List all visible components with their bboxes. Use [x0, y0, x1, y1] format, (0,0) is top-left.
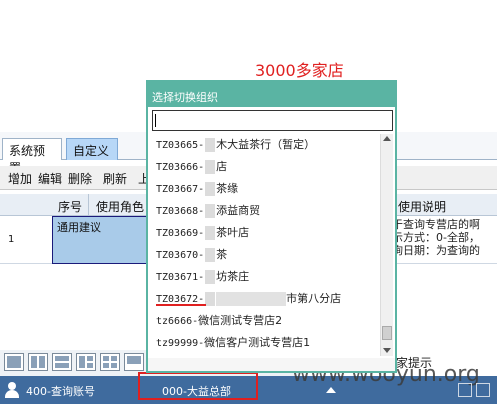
list-item[interactable]: TZ03665- 木大益茶行（暂定） — [156, 136, 378, 156]
tab-custom[interactable]: 自定义 — [66, 138, 118, 160]
edit-button[interactable]: 编辑 — [38, 170, 62, 187]
list-item[interactable]: TZ03671- 坊茶庄 — [156, 268, 378, 288]
list-item[interactable]: tz6666-微信测试专营店2 — [156, 312, 378, 332]
header-index[interactable]: 序号 — [58, 198, 82, 215]
annotation-store-count: 3000多家店 — [255, 61, 344, 80]
list-item[interactable]: TZ03670- 茶 — [156, 246, 378, 266]
layout-three-pane-icon[interactable] — [76, 353, 96, 371]
text-caret — [155, 114, 156, 127]
org-list: TZ03665- 木大益茶行（暂定） TZ03666- 店 TZ03667- 茶缘 T… — [152, 134, 378, 356]
list-item[interactable]: TZ03672- 市第八分店 — [156, 290, 378, 310]
tray-icon[interactable] — [458, 383, 472, 397]
scroll-down-icon[interactable] — [383, 348, 391, 353]
row-number: 1 — [8, 234, 15, 245]
highlight-underline — [156, 304, 206, 306]
description-line: 示方式：0-全部， — [392, 231, 480, 244]
refresh-button[interactable]: 刷新 — [103, 170, 127, 187]
dialog-title: 选择切换组织 — [148, 82, 395, 107]
list-scrollbar[interactable] — [380, 134, 393, 356]
header-description[interactable]: 使用说明 — [398, 198, 446, 215]
list-item[interactable]: tz99999-微信客户测试专营店1 — [156, 334, 378, 354]
layout-split-vertical-icon[interactable] — [28, 353, 48, 371]
header-role[interactable]: 使用角色 — [96, 198, 144, 215]
header-divider — [88, 194, 89, 216]
caret-up-icon[interactable] — [326, 387, 336, 393]
scroll-up-icon[interactable] — [383, 136, 391, 141]
org-search-input[interactable] — [152, 110, 393, 131]
layout-wide-icon[interactable] — [124, 353, 144, 371]
layout-single-icon[interactable] — [4, 353, 24, 371]
list-item[interactable]: TZ03668- 添益商贸 — [156, 202, 378, 222]
list-item[interactable]: TZ03666- 店 — [156, 158, 378, 178]
scroll-thumb[interactable] — [382, 326, 392, 340]
tab-system-preset[interactable]: 系统预置 — [2, 138, 62, 175]
cell-purpose: 通用建议 — [57, 221, 101, 234]
tray-icon[interactable] — [476, 383, 490, 397]
dialog-footer — [148, 358, 395, 371]
layout-split-horizontal-icon[interactable] — [52, 353, 72, 371]
description-line: 于查询专营店的啊 — [392, 218, 480, 231]
org-switch-dialog: 选择切换组织 TZ03665- 木大益茶行（暂定） TZ03666- 店 TZ036… — [146, 80, 397, 373]
status-organization[interactable]: 000-大益总部 — [138, 372, 258, 400]
user-icon — [5, 382, 19, 398]
layout-grid-icon[interactable] — [100, 353, 120, 371]
list-item[interactable]: TZ03667- 茶缘 — [156, 180, 378, 200]
selected-cell[interactable]: 通用建议 — [52, 216, 150, 264]
add-button[interactable]: 增加 — [8, 170, 32, 187]
cell-description: 于查询专营店的啊 示方式：0-全部， 询日期：为查询的 — [392, 218, 497, 264]
list-item[interactable]: TZ03669- 茶叶店 — [156, 224, 378, 244]
description-line: 询日期：为查询的 — [392, 244, 480, 257]
status-icons — [452, 380, 497, 400]
delete-button[interactable]: 删除 — [68, 170, 92, 187]
status-user[interactable]: 400-查询账号 — [26, 383, 95, 399]
